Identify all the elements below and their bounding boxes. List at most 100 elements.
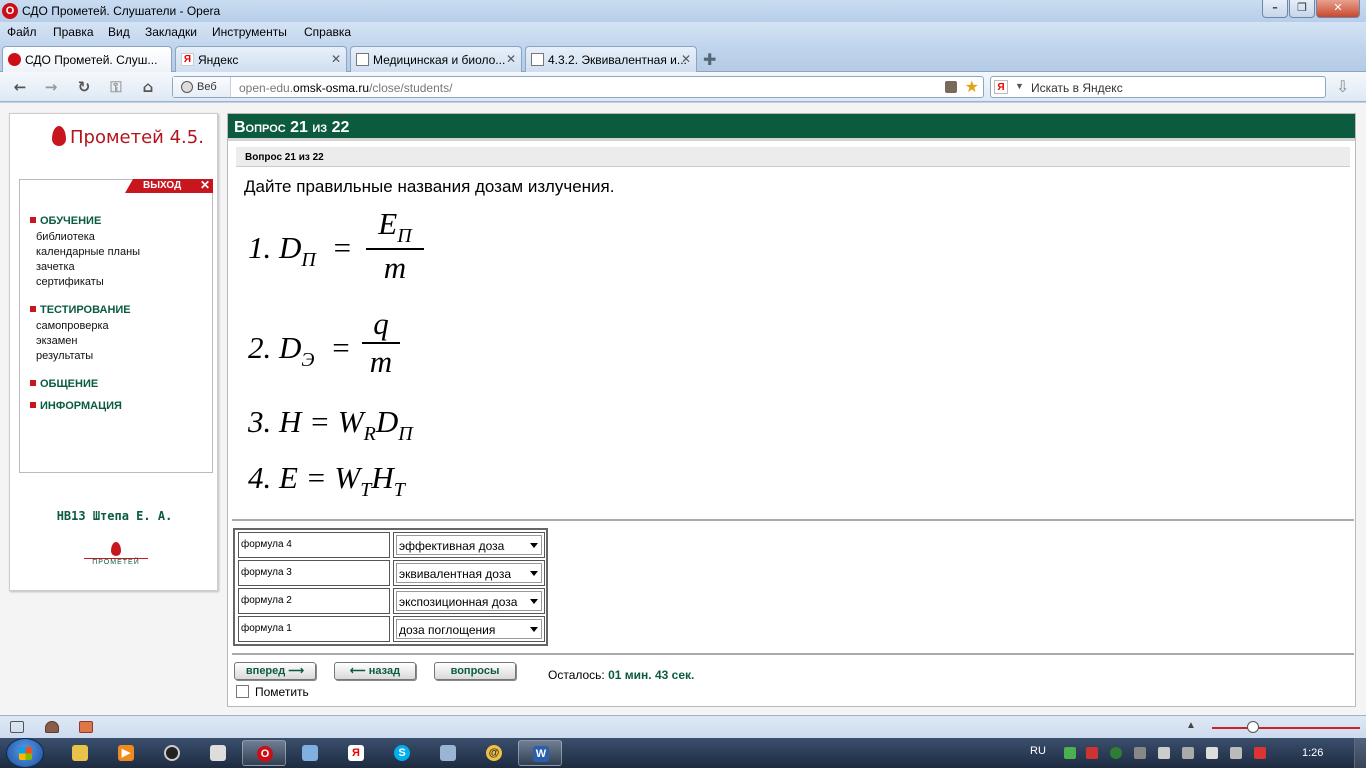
link-certificates[interactable]: сертификаты [36, 276, 104, 288]
taskbar-skype[interactable]: S [380, 740, 424, 766]
taskbar-media-player[interactable]: ▶ [104, 740, 148, 766]
match-select[interactable]: доза поглощения [393, 616, 545, 642]
network-app-tray-icon[interactable] [1110, 747, 1122, 759]
maximize-button[interactable]: ❐ [1289, 0, 1315, 18]
tab-yandex[interactable]: Я Яндекс ✕ [175, 46, 347, 72]
section-communication[interactable]: ОБЩЕНИЕ [30, 378, 98, 390]
match-selected-value[interactable]: эффективная доза [399, 539, 504, 553]
reload-icon[interactable]: ↻ [75, 78, 93, 96]
window-title: СДО Прометей. Слушатели - Opera [22, 4, 221, 18]
downloads-icon[interactable]: ⇩ [1336, 77, 1349, 97]
torrent-tray-icon[interactable] [1064, 747, 1076, 759]
dropdown-arrow-icon[interactable] [530, 627, 538, 632]
clock[interactable]: 1:26 [1302, 747, 1323, 759]
exit-button[interactable]: ВЫХОД ✕ [125, 179, 213, 193]
taskbar-yandex[interactable]: Я [334, 740, 378, 766]
taskbar-mail[interactable]: @ [472, 740, 516, 766]
panel-toggle-icon[interactable] [10, 721, 24, 733]
language-indicator[interactable]: RU [1030, 745, 1046, 757]
paint-icon [302, 745, 318, 761]
link-self-check[interactable]: самопроверка [36, 320, 109, 332]
menu-file[interactable]: Файл [7, 25, 37, 39]
section-testing[interactable]: ТЕСТИРОВАНИЕ [30, 304, 131, 316]
tab-medical[interactable]: Медицинская и биоло... ✕ [350, 46, 522, 72]
link-exam[interactable]: экзамен [36, 335, 77, 347]
address-bar[interactable]: Веб open-edu.omsk-osma.ru/close/students… [172, 76, 984, 98]
taskbar-window[interactable] [196, 740, 240, 766]
menu-view[interactable]: Вид [108, 25, 130, 39]
home-icon[interactable]: ⌂ [139, 78, 157, 96]
questions-button[interactable]: вопросы [434, 662, 516, 680]
match-select[interactable]: эффективная доза [393, 532, 545, 558]
match-selected-value[interactable]: эквивалентная доза [399, 567, 511, 581]
forward-arrow-icon[interactable]: → [42, 78, 60, 96]
tray-app-icon[interactable] [1134, 747, 1146, 759]
power-tray-icon[interactable] [1254, 747, 1266, 759]
section-information[interactable]: ИНФОРМАЦИЯ [30, 400, 122, 412]
tray-flag-icon[interactable] [1182, 747, 1194, 759]
divider [232, 653, 1354, 655]
forward-button[interactable]: вперед ⟶ [234, 662, 316, 680]
zoom-slider[interactable] [1212, 727, 1360, 729]
search-placeholder[interactable]: Искать в Яндекс [1031, 81, 1123, 95]
mark-label[interactable]: Пометить [255, 685, 309, 699]
menu-help[interactable]: Справка [304, 25, 351, 39]
dropdown-arrow-icon[interactable] [530, 543, 538, 548]
taskbar-explorer[interactable] [58, 740, 102, 766]
menu-edit[interactable]: Правка [53, 25, 94, 39]
close-tab-icon[interactable]: ✕ [681, 52, 691, 66]
menu-tools[interactable]: Инструменты [212, 25, 287, 39]
link-results[interactable]: результаты [36, 350, 93, 362]
skype-icon: S [394, 745, 410, 761]
new-tab-icon[interactable]: ✚ [703, 50, 716, 70]
web-badge[interactable]: Веб [173, 77, 231, 97]
link-gradebook[interactable]: зачетка [36, 261, 75, 273]
mark-checkbox[interactable]: Пометить [236, 685, 309, 699]
search-engine-dropdown-icon[interactable]: ▼ [1015, 81, 1024, 91]
link-library[interactable]: библиотека [36, 231, 95, 243]
back-button[interactable]: ⟵ назад [334, 662, 416, 680]
minimize-button[interactable]: – [1262, 0, 1288, 18]
signal-tray-icon[interactable] [1230, 747, 1242, 759]
url-text[interactable]: open-edu.omsk-osma.ru/close/students/ [239, 81, 452, 95]
link-calendar-plans[interactable]: календарные планы [36, 246, 140, 258]
exit-label: ВЫХОД [143, 180, 182, 191]
taskbar-opera[interactable]: O [242, 740, 286, 766]
dropdown-arrow-icon[interactable] [530, 599, 538, 604]
show-desktop-button[interactable] [1354, 738, 1366, 768]
start-button[interactable] [6, 738, 44, 768]
close-tab-icon[interactable]: ✕ [331, 52, 341, 66]
zoom-menu-icon[interactable]: ▲ [1186, 720, 1196, 731]
antivirus-tray-icon[interactable] [1086, 747, 1098, 759]
search-box[interactable]: Я ▼ Искать в Яндекс [990, 76, 1326, 98]
usb-tray-icon[interactable] [1158, 747, 1170, 759]
volume-tray-icon[interactable] [1206, 747, 1218, 759]
tab-sdo-prometey[interactable]: СДО Прометей. Слуш... [2, 46, 172, 73]
opera-unite-icon[interactable] [45, 721, 59, 733]
opera-turbo-icon[interactable] [79, 721, 93, 733]
taskbar-paint[interactable] [288, 740, 332, 766]
section-learning[interactable]: ОБУЧЕНИЕ [30, 215, 101, 227]
opera-logo-icon: O [2, 3, 18, 19]
bookmark-star-icon[interactable]: ★ [965, 77, 979, 97]
taskbar-app[interactable] [150, 740, 194, 766]
match-selected-value[interactable]: экспозиционная доза [399, 595, 517, 609]
rss-icon[interactable] [945, 81, 957, 93]
taskbar-sound[interactable] [426, 740, 470, 766]
zoom-slider-handle[interactable] [1247, 721, 1259, 733]
checkbox-icon[interactable] [236, 685, 249, 698]
web-label: Веб [197, 81, 217, 93]
menu-bookmarks[interactable]: Закладки [145, 25, 197, 39]
key-icon[interactable]: ⚿ [107, 78, 125, 96]
prometey-logo[interactable]: Прометей 4.5. [52, 126, 204, 148]
match-select[interactable]: эквивалентная доза [393, 560, 545, 586]
dropdown-arrow-icon[interactable] [530, 571, 538, 576]
yandex-search-icon[interactable]: Я [994, 80, 1008, 94]
tab-equivalent[interactable]: 4.3.2. Эквивалентная и... ✕ [525, 46, 697, 72]
match-select[interactable]: экспозиционная доза [393, 588, 545, 614]
back-arrow-icon[interactable]: ← [11, 78, 29, 96]
taskbar-word[interactable]: W [518, 740, 562, 766]
close-window-button[interactable]: ✕ [1316, 0, 1360, 18]
close-tab-icon[interactable]: ✕ [506, 52, 516, 66]
match-selected-value[interactable]: доза поглощения [399, 623, 495, 637]
